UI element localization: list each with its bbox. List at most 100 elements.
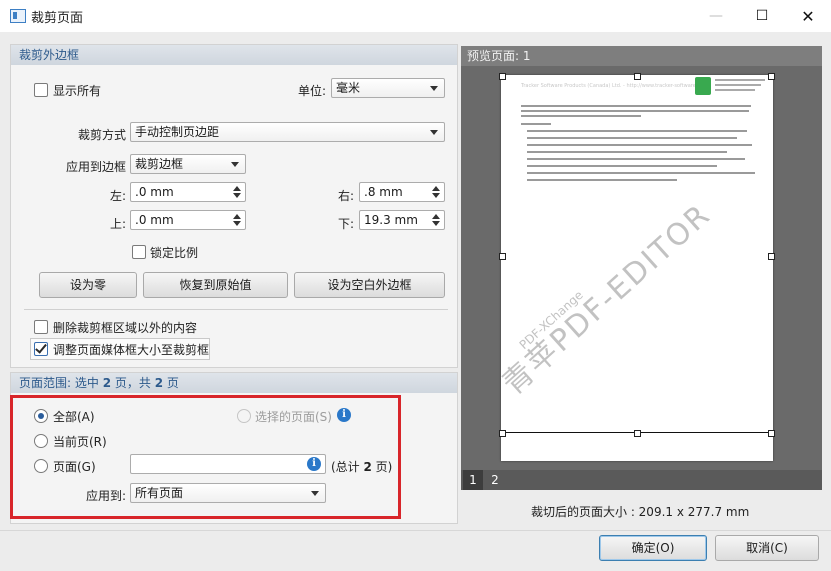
total-pages-note: (总计 2 页) xyxy=(331,458,392,475)
left-margin-input[interactable]: .0 mm xyxy=(130,182,246,202)
crop-handle[interactable] xyxy=(499,73,506,80)
total-page-count: 2 xyxy=(154,376,164,390)
selected-pages-label: 选择的页面(S) xyxy=(255,410,332,424)
remove-outside-checkbox[interactable] xyxy=(34,320,48,334)
page-range-header-mid: 页，共 xyxy=(111,376,155,390)
info-icon[interactable]: i xyxy=(337,408,351,422)
spin-up-icon[interactable] xyxy=(432,214,440,219)
page-range-header: 页面范围: 选中 2 页，共 2 页 xyxy=(11,373,457,393)
text-line xyxy=(527,179,677,181)
all-pages-radio[interactable] xyxy=(34,409,48,423)
current-page-radio[interactable] xyxy=(34,434,48,448)
set-zero-button[interactable]: 设为零 xyxy=(39,272,137,298)
text-line xyxy=(521,115,641,117)
show-all-label: 显示所有 xyxy=(53,84,102,98)
set-blank-margin-button[interactable]: 设为空白外边框 xyxy=(294,272,445,298)
apply-to-label: 应用到: xyxy=(85,489,126,503)
left-margin-label: 左: xyxy=(109,189,126,203)
page-logo xyxy=(695,77,711,95)
unit-select[interactable]: 毫米 xyxy=(331,78,445,98)
restore-original-button[interactable]: 恢复到原始值 xyxy=(143,272,288,298)
minimize-icon[interactable]: — xyxy=(693,0,739,32)
chevron-down-icon xyxy=(231,162,239,167)
crop-handle[interactable] xyxy=(768,253,775,260)
all-pages-label: 全部(A) xyxy=(53,410,95,424)
text-line xyxy=(527,144,752,146)
show-all-checkbox[interactable] xyxy=(34,83,48,97)
crop-mode-label: 裁剪方式 xyxy=(77,128,126,142)
page-logo-text xyxy=(715,84,761,86)
bottom-margin-input[interactable]: 19.3 mm xyxy=(359,210,445,230)
crop-handle[interactable] xyxy=(634,430,641,437)
pages-input[interactable] xyxy=(130,454,326,474)
page-logo-text xyxy=(715,89,755,91)
apply-to-select[interactable]: 所有页面 xyxy=(130,483,326,503)
selected-page-count: 2 xyxy=(102,376,112,390)
text-line xyxy=(527,151,727,153)
page-range-header-prefix: 页面范围: 选中 xyxy=(19,376,103,390)
crop-handle[interactable] xyxy=(499,253,506,260)
lock-ratio-checkbox[interactable] xyxy=(132,245,146,259)
watermark-main: 青苹PDF-EDITOR xyxy=(501,197,718,402)
app-window-icon xyxy=(10,9,26,23)
right-margin-input[interactable]: .8 mm xyxy=(359,182,445,202)
text-line xyxy=(527,130,747,132)
close-icon[interactable]: ✕ xyxy=(785,0,831,32)
crop-handle[interactable] xyxy=(768,430,775,437)
selected-pages-radio[interactable] xyxy=(237,409,251,423)
adjust-media-label: 调整页面媒体框大小至裁剪框 xyxy=(53,343,210,357)
chevron-down-icon xyxy=(311,491,319,496)
crop-handle[interactable] xyxy=(634,73,641,80)
apply-box-select[interactable]: 裁剪边框 xyxy=(130,154,246,174)
bottom-margin-value: 19.3 mm xyxy=(364,213,418,227)
pages-radio[interactable] xyxy=(34,459,48,473)
right-margin-label: 右: xyxy=(337,189,354,203)
preview-page: Tracker Software Products (Canada) Ltd. … xyxy=(501,75,773,461)
crop-handle[interactable] xyxy=(768,73,775,80)
current-page-label: 当前页(R) xyxy=(53,435,107,449)
margins-section-header: 裁剪外边框 xyxy=(11,45,457,65)
page-range-header-suffix: 页 xyxy=(163,376,179,390)
page-tab-2[interactable]: 2 xyxy=(485,470,505,490)
bottom-margin-label: 下: xyxy=(337,217,354,231)
crop-mode-select[interactable]: 手动控制页边距 xyxy=(130,122,445,142)
right-margin-value: .8 mm xyxy=(364,185,403,199)
apply-to-value: 所有页面 xyxy=(135,486,184,500)
spin-down-icon[interactable] xyxy=(233,193,241,198)
maximize-icon[interactable]: ☐ xyxy=(739,0,785,32)
remove-outside-label: 删除裁剪框区域以外的内容 xyxy=(53,321,198,335)
chevron-down-icon xyxy=(430,130,438,135)
footer-divider xyxy=(0,530,831,531)
pages-label: 页面(G) xyxy=(53,460,96,474)
page-logo-text xyxy=(715,79,765,81)
spin-up-icon[interactable] xyxy=(233,214,241,219)
top-margin-input[interactable]: .0 mm xyxy=(130,210,246,230)
ok-button[interactable]: 确定(O) xyxy=(599,535,707,561)
page-tab-1[interactable]: 1 xyxy=(463,470,483,490)
unit-label: 单位: xyxy=(297,84,326,98)
text-line xyxy=(527,137,737,139)
window-title: 裁剪页面 xyxy=(31,11,84,26)
spin-down-icon[interactable] xyxy=(432,193,440,198)
cancel-button[interactable]: 取消(C) xyxy=(715,535,819,561)
top-margin-value: .0 mm xyxy=(135,213,174,227)
preview-header: 预览页面: 1 xyxy=(461,46,822,66)
top-margin-label: 上: xyxy=(109,217,126,231)
spin-up-icon[interactable] xyxy=(432,186,440,191)
crop-handle[interactable] xyxy=(499,430,506,437)
left-margin-value: .0 mm xyxy=(135,185,174,199)
adjust-media-checkbox[interactable] xyxy=(34,342,48,356)
crop-mode-value: 手动控制页边距 xyxy=(135,125,220,139)
total-pages-value: 2 xyxy=(363,460,372,474)
spin-down-icon[interactable] xyxy=(432,221,440,226)
text-line xyxy=(521,123,551,125)
info-icon[interactable]: i xyxy=(307,457,321,471)
cropped-page-size: 裁切后的页面大小 : 209.1 x 277.7 mm xyxy=(531,505,750,519)
spin-down-icon[interactable] xyxy=(233,221,241,226)
text-line xyxy=(521,110,749,112)
total-pages-prefix: (总计 xyxy=(331,460,364,474)
divider xyxy=(24,309,448,310)
spin-up-icon[interactable] xyxy=(233,186,241,191)
text-line xyxy=(527,158,745,160)
page-tab-bar xyxy=(461,470,822,490)
